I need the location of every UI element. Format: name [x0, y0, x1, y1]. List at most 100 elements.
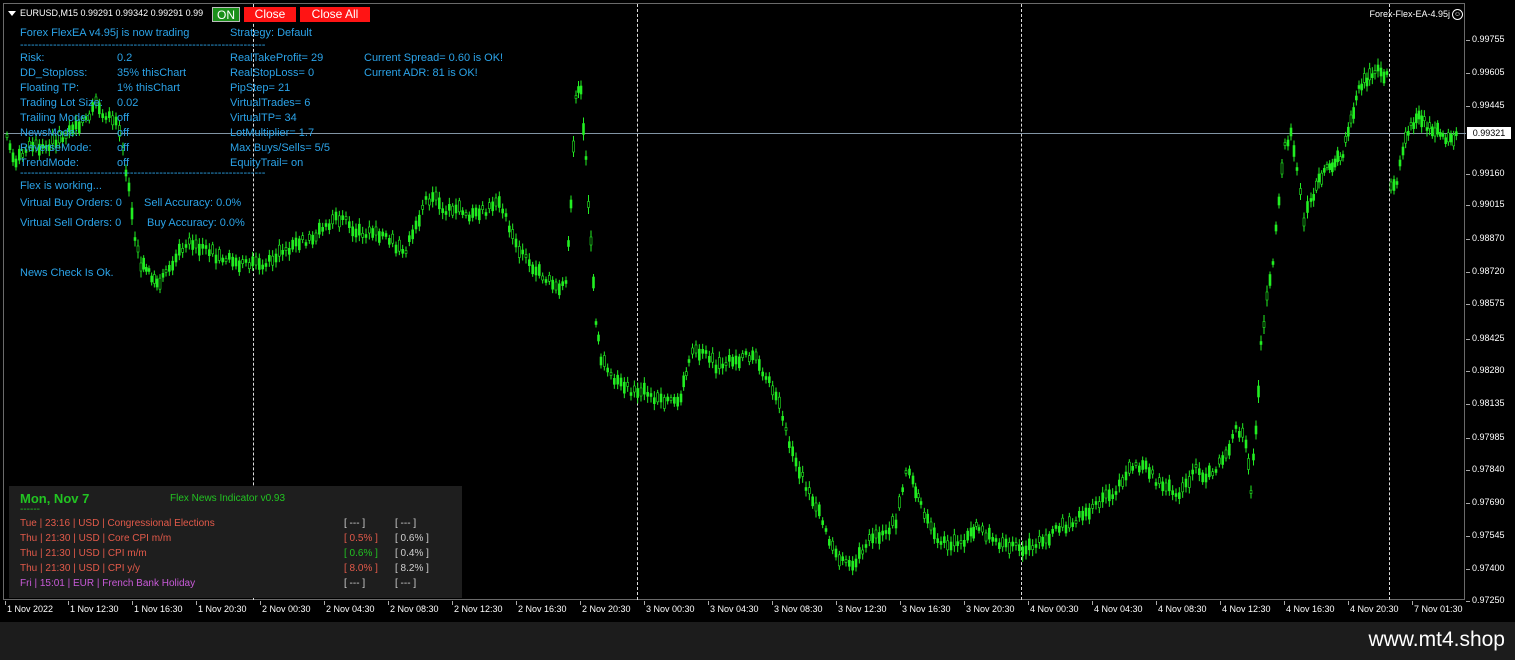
price-label: 0.97690 [1472, 497, 1505, 507]
candle-body [831, 540, 834, 551]
candle-body [458, 200, 461, 213]
time-tick [1412, 601, 1413, 605]
candle-body [659, 393, 663, 403]
candle-body [344, 216, 348, 220]
candle-body [321, 227, 324, 232]
candle-body [1228, 443, 1231, 456]
candle-body [718, 357, 721, 369]
candle-body [592, 276, 595, 289]
time-label: 2 Nov 00:30 [262, 604, 311, 614]
candle-body [764, 376, 768, 380]
price-axis[interactable]: 0.99755 0.99605 0.99445 0.99160 0.99015 0.988… [1466, 4, 1515, 605]
dropdown-triangle-icon[interactable] [8, 11, 16, 17]
candle-body [11, 152, 15, 163]
ea-strategy: Strategy: Default [230, 27, 312, 39]
candle-body [191, 240, 194, 250]
price-label: 0.98425 [1472, 333, 1505, 343]
candle-body [1171, 490, 1174, 495]
candle-body [468, 214, 471, 222]
candle-body [589, 236, 593, 246]
candle-body [673, 397, 676, 404]
candle-body [1439, 132, 1442, 137]
time-axis[interactable]: 1 Nov 2022 1 Nov 12:30 1 Nov 16:30 1 Nov 20… [3, 601, 1465, 619]
candle-body [994, 538, 998, 542]
candle-body [158, 277, 162, 290]
candle-body [1088, 507, 1091, 520]
price-label: 0.98280 [1472, 365, 1505, 375]
candle-body [898, 496, 901, 509]
candle-body [858, 547, 861, 559]
candle-body [1138, 465, 1141, 473]
candle-body [108, 111, 111, 118]
candle-body [956, 541, 959, 546]
candle-body [1151, 469, 1154, 475]
candle-body [381, 231, 384, 237]
ea-working: Flex is working... [20, 180, 102, 192]
candle-body [1452, 134, 1455, 147]
on-button[interactable]: ON [212, 7, 240, 22]
candle-body [1379, 67, 1383, 77]
news-title: Flex News Indicator v0.93 [170, 493, 286, 504]
close-button[interactable]: Close [244, 7, 296, 22]
candle-body [208, 249, 211, 256]
time-label: 1 Nov 16:30 [134, 604, 183, 614]
candle-body [771, 385, 774, 396]
candle-body [791, 446, 794, 457]
candle-body [1191, 469, 1194, 475]
candle-body [1428, 122, 1431, 129]
candle-body [474, 207, 478, 217]
candle-body [811, 496, 814, 507]
time-label: 7 Nov 01:30 [1414, 604, 1463, 614]
time-tick [772, 601, 773, 605]
time-tick [900, 601, 901, 605]
candle-body [478, 208, 481, 221]
smiley-icon[interactable]: ☺ [1452, 9, 1463, 21]
candle-body [521, 249, 524, 255]
candle-body [908, 468, 911, 476]
candle-body [1118, 479, 1121, 487]
candle-body [1265, 291, 1269, 301]
candle-body [147, 268, 151, 272]
news-actual-value: [ 0.6% ] [344, 548, 378, 559]
candle-body [454, 204, 458, 214]
candle-body [582, 123, 585, 135]
candle-body [204, 245, 208, 249]
price-label: 0.99755 [1472, 34, 1505, 44]
candle-body [421, 205, 424, 210]
candle-body [704, 350, 708, 354]
candle-body [130, 207, 134, 220]
time-tick [708, 601, 709, 605]
candle-body [1363, 73, 1366, 83]
candle-body [294, 237, 298, 247]
time-tick [1092, 601, 1093, 605]
candle-body [1292, 145, 1296, 157]
candle-body [1051, 529, 1054, 534]
time-tick [836, 601, 837, 605]
candle-body [171, 260, 174, 271]
candle-body [569, 199, 573, 209]
candle-body [923, 512, 926, 519]
candle-body [603, 355, 606, 367]
candle-body [231, 256, 234, 267]
candle-body [508, 225, 511, 233]
candle-body [351, 226, 354, 237]
candle-body [150, 275, 153, 283]
candle-body [1104, 489, 1108, 499]
candle-body [1447, 132, 1450, 143]
time-tick [324, 601, 325, 605]
time-label: 1 Nov 2022 [7, 604, 54, 614]
candle-body [164, 269, 168, 273]
candle-body [778, 396, 781, 409]
candle-body [224, 258, 228, 262]
price-tick [1466, 339, 1470, 340]
time-label: 4 Nov 08:30 [1158, 604, 1207, 614]
candle-body [599, 356, 603, 366]
chart-area[interactable]: EURUSD,M15 0.99291 0.99342 0.99291 0.99 … [0, 0, 1515, 622]
candle-body [139, 262, 143, 272]
candle-body [428, 198, 431, 206]
candle-body [619, 377, 623, 387]
time-label: 2 Nov 12:30 [454, 604, 503, 614]
time-tick [1220, 601, 1221, 605]
candle-body [201, 244, 204, 249]
close-all-button[interactable]: Close All [300, 7, 370, 22]
